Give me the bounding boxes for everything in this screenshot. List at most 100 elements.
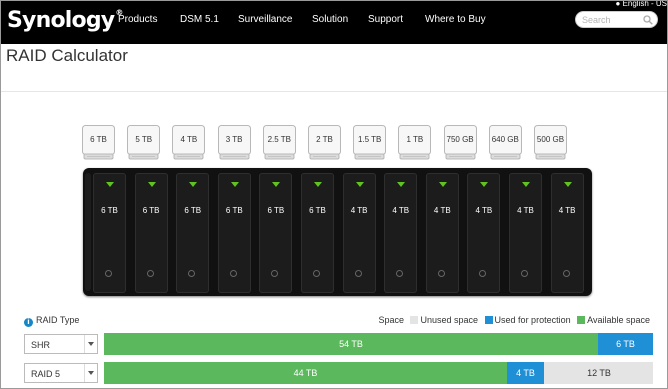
disk-option[interactable]: 5 TB — [127, 125, 161, 160]
bay-eject-icon — [479, 270, 487, 277]
available-space-segment: 44 TB — [104, 362, 507, 384]
bay-eject-icon — [271, 270, 279, 277]
status-led-icon — [438, 182, 447, 187]
drive-bay[interactable]: 6 TB — [176, 173, 210, 293]
drive-bay[interactable]: 4 TB — [425, 173, 459, 293]
raid-type-label: RAID Type — [36, 315, 80, 325]
status-led-icon — [272, 182, 281, 187]
drive-bay[interactable]: 6 TB — [217, 173, 251, 293]
search-input[interactable] — [582, 13, 646, 26]
disk-option[interactable]: 3 TB — [217, 125, 251, 160]
status-led-icon — [189, 182, 198, 187]
status-led-icon — [522, 182, 530, 187]
drive-bay[interactable]: 6 TB — [134, 173, 168, 293]
disk-capacity-label: 2.5 TB — [267, 135, 291, 144]
language-label: English - US — [622, 0, 667, 8]
disk-option[interactable]: 1.5 TB — [353, 125, 387, 160]
disk-capacity-label: 2 TB — [316, 135, 333, 144]
search-box[interactable] — [575, 11, 658, 28]
status-led-icon — [397, 182, 406, 187]
synology-logo[interactable]: Synology® — [7, 8, 123, 33]
legend-unused: Unused space — [420, 315, 479, 325]
drive-bay[interactable]: 4 TB — [509, 173, 542, 293]
space-legend: Space Unused space Used for protection A… — [378, 315, 650, 325]
bay-capacity-label: 4 TB — [517, 206, 534, 215]
drive-bay[interactable]: 6 TB — [301, 173, 334, 293]
disk-capacity-label: 750 GB — [446, 135, 474, 144]
nav-item-solution[interactable]: Solution — [312, 14, 348, 25]
raid-type-heading: i RAID Type — [24, 315, 79, 327]
bay-eject-icon — [313, 270, 320, 277]
disk-capacity-label: 4 TB — [180, 135, 198, 144]
chevron-down-icon — [84, 335, 97, 353]
bay-capacity-label: 6 TB — [267, 206, 285, 215]
bay-capacity-label: 6 TB — [184, 206, 202, 215]
bay-eject-icon — [562, 270, 570, 277]
bay-eject-icon — [146, 270, 154, 277]
top-navigation-bar: Synology® Products DSM 5.1 Surveillance … — [1, 1, 667, 44]
disk-capacity-label: 1 TB — [406, 135, 424, 144]
disk-capacity-label: 5 TB — [135, 135, 153, 144]
raid-type-value: RAID 5 — [31, 369, 61, 379]
disk-capacity-label: 6 TB — [90, 135, 107, 144]
status-led-icon — [106, 182, 114, 187]
disk-capacity-label: 1.5 TB — [357, 135, 382, 144]
protection-swatch — [484, 316, 493, 324]
status-led-icon — [480, 182, 489, 187]
page-title: RAID Calculator — [6, 46, 128, 65]
search-icon[interactable] — [643, 15, 653, 25]
drive-bay[interactable]: 6 TB — [93, 173, 126, 293]
disk-option[interactable]: 500 GB — [534, 125, 567, 160]
disk-option[interactable]: 1 TB — [398, 125, 432, 160]
protection-space-segment: 4 TB — [507, 362, 544, 384]
bay-capacity-label: 4 TB — [350, 206, 368, 215]
bay-capacity-label: 6 TB — [225, 206, 243, 215]
raid-type-select[interactable]: SHR — [24, 334, 98, 354]
capacity-bar: 54 TB 6 TB — [104, 333, 653, 355]
raid-type-value: SHR — [31, 340, 51, 350]
disk-capacity-label: 3 TB — [225, 135, 243, 144]
legend-protection: Used for protection — [494, 315, 571, 325]
drive-bay[interactable]: 4 TB — [342, 173, 376, 293]
nav-item-surveillance[interactable]: Surveillance — [238, 14, 292, 25]
bay-capacity-label: 4 TB — [475, 206, 493, 215]
bay-eject-icon — [521, 270, 528, 277]
disk-option[interactable]: 750 GB — [443, 125, 477, 160]
bay-capacity-label: 4 TB — [433, 206, 451, 215]
status-led-icon — [147, 182, 156, 187]
status-led-icon — [563, 182, 572, 187]
raid-type-select[interactable]: RAID 5 — [24, 363, 98, 383]
bay-eject-icon — [229, 270, 237, 277]
enclosure-edge — [85, 173, 91, 291]
disk-capacity-label: 500 GB — [536, 135, 565, 144]
info-icon[interactable]: i — [24, 318, 33, 327]
protection-space-segment: 6 TB — [598, 333, 653, 355]
legend-available: Available space — [587, 315, 650, 325]
disk-option[interactable]: 2.5 TB — [262, 125, 296, 160]
bay-capacity-label: 6 TB — [309, 206, 326, 215]
nav-item-where-to-buy[interactable]: Where to Buy — [425, 14, 486, 25]
bay-capacity-label: 6 TB — [142, 206, 160, 215]
status-led-icon — [355, 182, 364, 187]
nav-item-products[interactable]: Products — [118, 14, 157, 25]
chevron-down-icon — [84, 364, 97, 382]
disk-option[interactable]: 6 TB — [82, 125, 115, 160]
nav-item-dsm[interactable]: DSM 5.1 — [180, 14, 219, 25]
language-selector[interactable]: ● English - US — [615, 0, 667, 8]
unused-space-segment: 12 TB — [544, 362, 653, 384]
drive-bay[interactable]: 4 TB — [550, 173, 584, 293]
globe-icon: ● — [615, 0, 621, 8]
drive-bay[interactable]: 4 TB — [384, 173, 418, 293]
bay-capacity-label: 4 TB — [392, 206, 410, 215]
disk-option[interactable]: 4 TB — [172, 125, 206, 160]
bay-eject-icon — [437, 270, 445, 277]
drive-bay[interactable]: 6 TB — [259, 173, 293, 293]
drive-bay[interactable]: 4 TB — [467, 173, 501, 293]
nav-item-support[interactable]: Support — [368, 14, 403, 25]
unused-swatch — [410, 316, 419, 324]
available-space-segment: 54 TB — [104, 333, 598, 355]
divider — [1, 91, 667, 92]
legend-title: Space — [378, 315, 404, 325]
disk-option[interactable]: 640 GB — [488, 125, 522, 160]
disk-option[interactable]: 2 TB — [308, 125, 341, 160]
